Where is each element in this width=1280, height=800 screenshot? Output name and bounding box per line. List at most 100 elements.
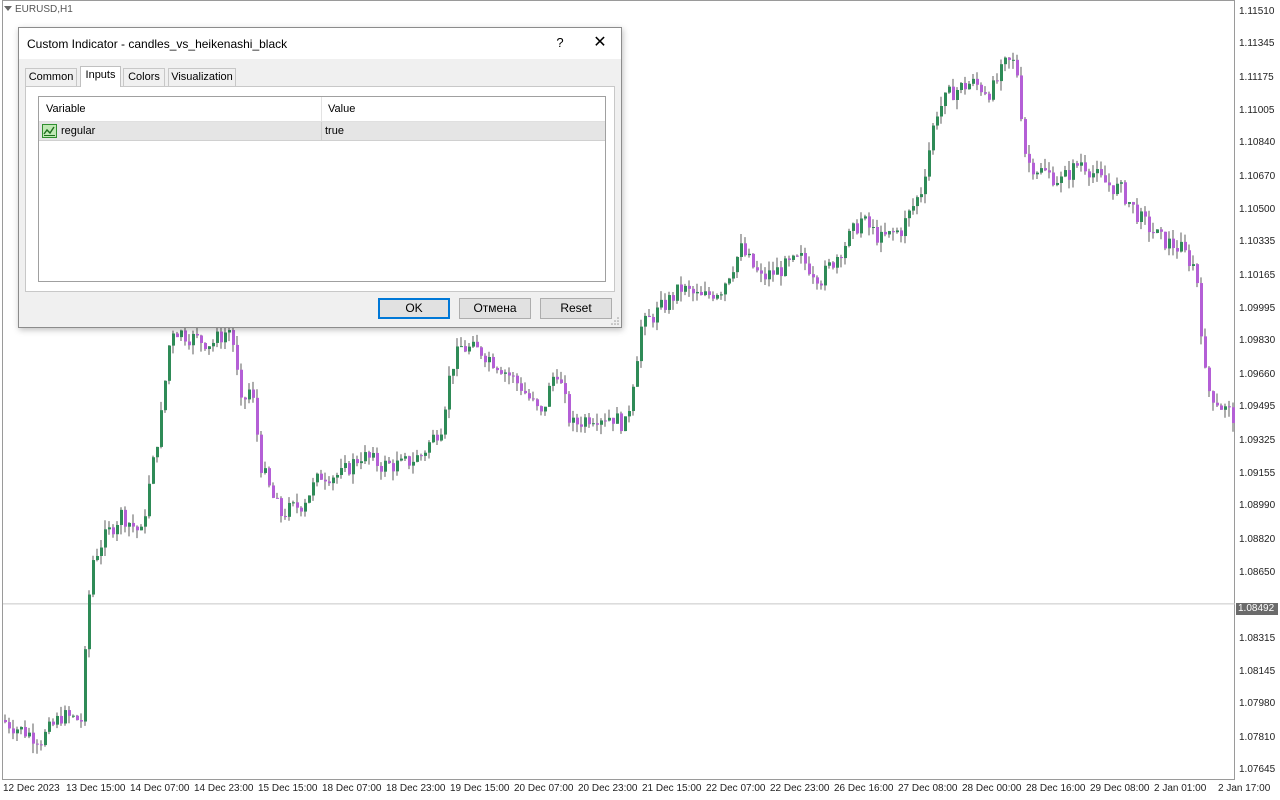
candle-body — [824, 265, 827, 286]
candle-body — [380, 465, 383, 472]
candle-body — [588, 417, 591, 425]
dialog-title: Custom Indicator - candles_vs_heikenashi… — [27, 37, 288, 51]
tab-inputs[interactable]: Inputs — [80, 66, 121, 87]
candle-body — [572, 417, 575, 423]
candle-body — [440, 434, 443, 441]
help-button[interactable]: ? — [547, 32, 573, 54]
candle-body — [876, 227, 879, 243]
candle-body — [952, 86, 955, 100]
candle-body — [1104, 175, 1107, 183]
time-tick-label: 26 Dec 16:00 — [834, 783, 894, 794]
cancel-button[interactable]: Отмена — [459, 298, 531, 319]
candle-body — [1028, 153, 1031, 163]
candle-body — [104, 529, 107, 548]
candle-body — [348, 463, 351, 475]
candle-body — [240, 369, 243, 398]
candle-body — [768, 270, 771, 280]
candle-body — [612, 417, 615, 424]
time-tick-label: 13 Dec 15:00 — [66, 783, 126, 794]
tab-colors[interactable]: Colors — [123, 68, 165, 86]
candle-body — [1100, 169, 1103, 176]
candle-body — [324, 479, 327, 482]
candle-body — [148, 483, 151, 517]
candle-body — [364, 452, 367, 462]
candle-body — [908, 210, 911, 219]
candle-body — [988, 93, 991, 100]
candle-body — [516, 375, 519, 384]
candle-body — [1116, 183, 1119, 195]
candle-body — [1024, 119, 1027, 154]
candle-body — [616, 413, 619, 424]
candle-body — [188, 341, 191, 346]
candle-body — [220, 331, 223, 343]
price-tick-label: 1.07810 — [1239, 731, 1276, 743]
candle-body — [444, 409, 447, 435]
candle-body — [164, 380, 167, 411]
candle-body — [964, 82, 967, 90]
tab-common[interactable]: Common — [25, 68, 77, 86]
row-value[interactable]: true — [325, 125, 344, 137]
candle-body — [548, 385, 551, 407]
candle-body — [12, 728, 15, 734]
candle-body — [292, 502, 295, 504]
candle-body — [20, 727, 23, 730]
candle-body — [384, 460, 387, 472]
candle-body — [124, 509, 127, 527]
ok-button[interactable]: OK — [378, 298, 450, 319]
table-row[interactable]: regular true — [39, 122, 605, 141]
candle-body — [736, 256, 739, 273]
candle-body — [860, 218, 863, 234]
candle-body — [304, 502, 307, 512]
candle-body — [408, 456, 411, 466]
resize-grip-icon[interactable] — [611, 317, 619, 325]
candle-body — [1056, 182, 1059, 186]
dialog-titlebar[interactable]: Custom Indicator - candles_vs_heikenashi… — [19, 28, 621, 59]
price-tick-label: 1.07645 — [1239, 764, 1276, 775]
price-tick-label: 1.09830 — [1239, 335, 1276, 347]
candle-body — [336, 474, 339, 478]
candle-body — [356, 459, 359, 464]
variable-column-header[interactable]: Variable — [46, 103, 86, 115]
candle-body — [1032, 162, 1035, 175]
candle-body — [700, 291, 703, 296]
candle-body — [704, 291, 707, 296]
candle-body — [564, 383, 567, 395]
candle-body — [1072, 163, 1075, 180]
price-tick-label: 1.08650 — [1239, 566, 1276, 578]
candle-body — [288, 502, 291, 517]
close-button[interactable]: ✕ — [587, 32, 613, 54]
candle-body — [844, 245, 847, 259]
column-separator[interactable] — [321, 97, 322, 121]
candle-body — [248, 389, 251, 400]
candle-body — [1184, 241, 1187, 251]
time-tick-label: 12 Dec 2023 — [3, 783, 60, 794]
candle-body — [320, 473, 323, 480]
candle-body — [836, 256, 839, 268]
candle-body — [520, 383, 523, 391]
candle-body — [264, 468, 267, 473]
candle-body — [596, 423, 599, 425]
candle-body — [680, 284, 683, 292]
candle-body — [624, 416, 627, 432]
candle-body — [868, 216, 871, 228]
candle-body — [352, 459, 355, 475]
candle-body — [160, 410, 163, 447]
candle-body — [888, 231, 891, 235]
candle-body — [1088, 171, 1091, 178]
dropdown-arrow-icon[interactable] — [4, 6, 12, 11]
tab-visualization[interactable]: Visualization — [168, 68, 236, 86]
candle-body — [1224, 406, 1227, 410]
candle-body — [1232, 407, 1235, 423]
candle-body — [940, 106, 943, 117]
candle-body — [592, 423, 595, 425]
candle-body — [120, 509, 123, 525]
candle-body — [1196, 264, 1199, 284]
value-column-header[interactable]: Value — [328, 103, 355, 115]
row-separator — [321, 122, 322, 141]
time-tick-label: 22 Dec 07:00 — [706, 783, 766, 794]
candle-body — [112, 527, 115, 535]
candle-body — [1004, 57, 1007, 65]
candle-body — [924, 176, 927, 195]
candle-body — [196, 333, 199, 336]
reset-button[interactable]: Reset — [540, 298, 612, 319]
